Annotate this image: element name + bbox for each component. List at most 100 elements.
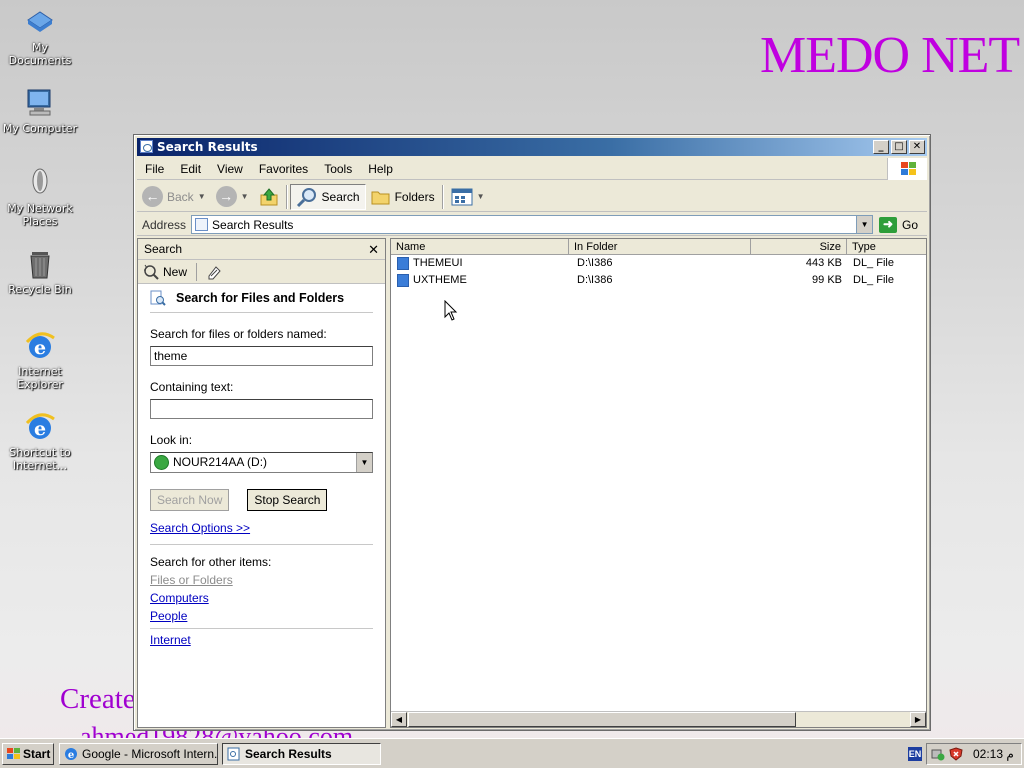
toolbar-separator bbox=[196, 262, 198, 281]
go-button[interactable]: ➜ Go bbox=[873, 216, 918, 233]
internet-explorer-icon: e bbox=[24, 330, 56, 362]
back-dropdown-icon[interactable]: ▼ bbox=[198, 192, 206, 201]
address-dropdown-icon[interactable]: ▼ bbox=[856, 216, 873, 233]
standard-toolbar: ← Back ▼ → ▼ Search Folders ▼ bbox=[137, 182, 927, 212]
network-status-icon[interactable] bbox=[931, 747, 945, 761]
search-pane: Search ✕ New Search for Files and Folder… bbox=[137, 238, 386, 728]
file-type: DL_ File bbox=[853, 274, 894, 286]
menu-view[interactable]: View bbox=[209, 162, 251, 176]
up-folder-icon bbox=[260, 187, 278, 205]
mouse-cursor-icon bbox=[444, 300, 458, 321]
edit-search-icon[interactable] bbox=[206, 264, 222, 280]
desktop-icon-internet-shortcut[interactable]: e Shortcut to Internet... bbox=[0, 411, 80, 472]
folders-button[interactable]: Folders bbox=[366, 184, 440, 210]
folders-icon bbox=[371, 191, 390, 204]
menu-tools[interactable]: Tools bbox=[316, 162, 360, 176]
window-title: Search Results bbox=[157, 140, 258, 154]
menu-help[interactable]: Help bbox=[360, 162, 401, 176]
views-dropdown-icon[interactable]: ▼ bbox=[477, 192, 485, 201]
search-window-icon bbox=[227, 747, 240, 761]
table-row[interactable]: UXTHEME D:\I386 99 KB DL_ File bbox=[391, 272, 926, 289]
up-folder-button[interactable] bbox=[254, 184, 284, 210]
file-type: DL_ File bbox=[853, 257, 894, 269]
named-label: Search for files or folders named: bbox=[150, 327, 327, 341]
forward-button[interactable]: → ▼ bbox=[211, 184, 254, 210]
look-in-select[interactable]: NOUR214AA (D:) ▼ bbox=[150, 452, 373, 473]
network-places-icon bbox=[24, 167, 56, 199]
my-documents-icon bbox=[24, 6, 56, 38]
toolbar-separator bbox=[441, 184, 444, 209]
svg-text:e: e bbox=[34, 337, 46, 359]
search-files-icon bbox=[150, 290, 166, 306]
people-link[interactable]: People bbox=[150, 609, 373, 623]
toolbar-separator bbox=[285, 184, 288, 209]
menu-file[interactable]: File bbox=[137, 162, 172, 176]
menu-bar: File Edit View Favorites Tools Help bbox=[137, 158, 927, 180]
table-row[interactable]: THEMEUI D:\I386 443 KB DL_ File bbox=[391, 255, 926, 272]
menu-favorites[interactable]: Favorites bbox=[251, 162, 316, 176]
files-or-folders-link[interactable]: Files or Folders bbox=[150, 573, 373, 587]
containing-text-input[interactable] bbox=[150, 399, 373, 419]
views-button[interactable]: ▼ bbox=[446, 184, 490, 210]
computers-link[interactable]: Computers bbox=[150, 591, 373, 605]
file-size: 99 KB bbox=[812, 274, 842, 286]
file-name-input[interactable]: theme bbox=[150, 346, 373, 366]
taskbar-item-google[interactable]: e Google - Microsoft Intern... bbox=[59, 743, 218, 765]
security-shield-icon[interactable] bbox=[949, 747, 963, 761]
file-name: UXTHEME bbox=[413, 274, 467, 286]
file-folder: D:\I386 bbox=[577, 274, 613, 286]
internet-explorer-shortcut-icon: e bbox=[24, 411, 56, 443]
horizontal-scrollbar[interactable]: ◀ ▶ bbox=[391, 711, 926, 727]
column-header-name[interactable]: Name bbox=[391, 239, 569, 255]
new-search-icon bbox=[144, 264, 159, 280]
taskbar-item-search-results[interactable]: Search Results bbox=[222, 743, 381, 765]
desktop-icon-network-places[interactable]: My Network Places bbox=[0, 167, 80, 228]
divider bbox=[150, 628, 373, 629]
forward-dropdown-icon[interactable]: ▼ bbox=[241, 192, 249, 201]
file-size: 443 KB bbox=[805, 257, 842, 269]
scrollbar-thumb[interactable] bbox=[408, 712, 796, 727]
internet-link[interactable]: Internet bbox=[150, 633, 373, 647]
menu-edit[interactable]: Edit bbox=[172, 162, 209, 176]
look-in-label: Look in: bbox=[150, 433, 193, 447]
back-arrow-icon: ← bbox=[142, 186, 163, 207]
column-header-size[interactable]: Size bbox=[751, 239, 847, 255]
back-button[interactable]: ← Back ▼ bbox=[137, 184, 211, 210]
window-titlebar[interactable]: Search Results _ □ ✕ bbox=[137, 138, 927, 156]
dll-file-icon bbox=[397, 257, 409, 270]
search-results-window: Search Results _ □ ✕ File Edit View Favo… bbox=[133, 134, 931, 731]
minimize-button[interactable]: _ bbox=[873, 140, 889, 154]
search-results-icon bbox=[195, 218, 209, 231]
desktop-icon-my-documents[interactable]: My Documents bbox=[0, 6, 80, 67]
start-button[interactable]: Start bbox=[2, 743, 54, 765]
forward-arrow-icon: → bbox=[215, 186, 237, 207]
search-button[interactable]: Search bbox=[289, 183, 366, 210]
desktop-icon-recycle-bin[interactable]: Recycle Bin bbox=[0, 248, 80, 296]
other-items-label: Search for other items: bbox=[150, 555, 272, 569]
close-button[interactable]: ✕ bbox=[909, 140, 925, 154]
maximize-button[interactable]: □ bbox=[891, 140, 907, 154]
search-pane-close-icon[interactable]: ✕ bbox=[368, 239, 379, 260]
windows-flag-icon bbox=[7, 748, 20, 760]
search-pane-toolbar: New bbox=[138, 260, 385, 284]
address-input[interactable]: Search Results ▼ bbox=[191, 215, 874, 234]
column-header-in-folder[interactable]: In Folder bbox=[569, 239, 751, 255]
search-now-button[interactable]: Search Now bbox=[150, 489, 230, 511]
address-label: Address bbox=[142, 217, 187, 232]
desktop-icon-internet-explorer[interactable]: e Internet Explorer bbox=[0, 330, 80, 391]
search-options-link[interactable]: Search Options >> bbox=[150, 521, 373, 535]
new-search-button[interactable]: New bbox=[143, 264, 187, 280]
file-name: THEMEUI bbox=[413, 257, 463, 269]
windows-logo-icon bbox=[887, 158, 927, 180]
column-header-type[interactable]: Type bbox=[847, 239, 928, 255]
stop-search-button[interactable]: Stop Search bbox=[247, 489, 328, 511]
containing-text-label: Containing text: bbox=[150, 380, 234, 394]
svg-text:e: e bbox=[34, 418, 46, 440]
look-in-dropdown-icon[interactable]: ▼ bbox=[356, 453, 372, 472]
divider bbox=[150, 312, 373, 313]
scroll-left-icon[interactable]: ◀ bbox=[391, 712, 407, 727]
watermark-text: MEDO NET bbox=[760, 27, 1020, 84]
scroll-right-icon[interactable]: ▶ bbox=[910, 712, 926, 727]
desktop-icon-my-computer[interactable]: My Computer bbox=[0, 87, 80, 135]
language-indicator[interactable]: EN bbox=[908, 747, 922, 761]
